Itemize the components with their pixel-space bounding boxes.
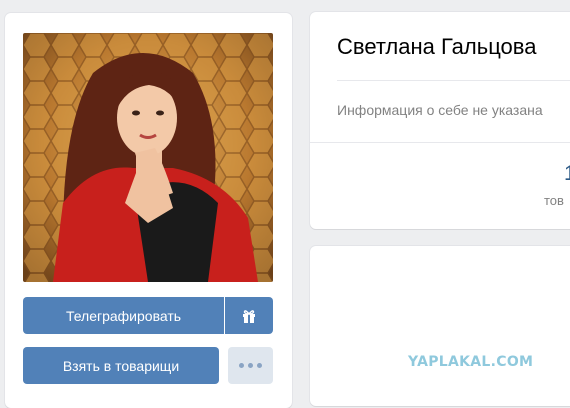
gift-button[interactable] bbox=[225, 297, 273, 334]
message-button[interactable]: Телеграфировать bbox=[23, 297, 224, 334]
gift-icon bbox=[243, 309, 255, 323]
message-button-label: Телеграфировать bbox=[65, 307, 182, 324]
counter-value[interactable]: 1 bbox=[564, 162, 570, 186]
profile-info-card: Светлана Гальцова Информация о себе не у… bbox=[310, 12, 570, 229]
site-watermark: YAPLAKAL.COM bbox=[408, 354, 534, 370]
about-info-link[interactable]: Информация о себе не указана bbox=[337, 102, 543, 118]
profile-photo[interactable] bbox=[23, 33, 273, 282]
add-friend-button-label: Взять в товарищи bbox=[62, 357, 180, 374]
profile-name: Светлана Гальцова bbox=[337, 34, 537, 59]
divider bbox=[337, 80, 570, 81]
wall-card: YAPLAKAL.COM bbox=[310, 246, 570, 406]
add-friend-button[interactable]: Взять в товарищи bbox=[23, 347, 219, 384]
more-dots-icon bbox=[239, 363, 262, 368]
profile-left-card: Телеграфировать Взять в товарищи bbox=[5, 13, 292, 408]
counter-label[interactable]: тов bbox=[544, 193, 564, 208]
profile-photo-image bbox=[23, 33, 273, 282]
more-actions-button[interactable] bbox=[228, 347, 273, 384]
divider bbox=[310, 142, 570, 143]
